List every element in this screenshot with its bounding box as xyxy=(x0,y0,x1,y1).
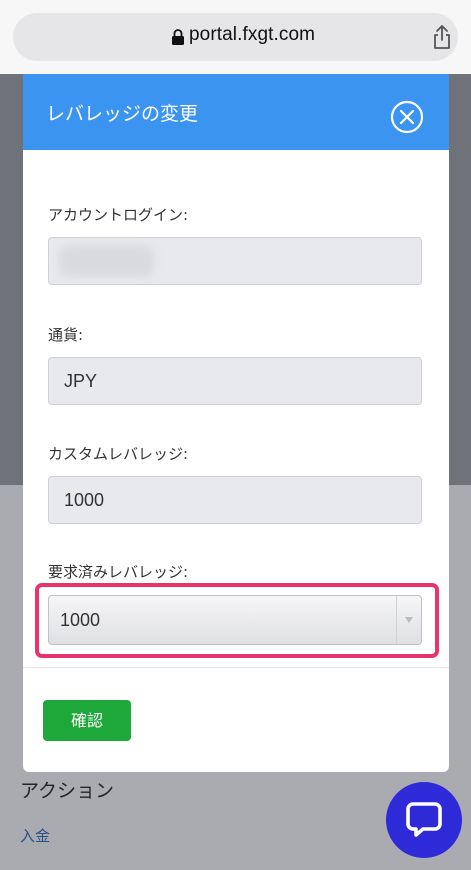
lock-icon xyxy=(172,29,184,45)
confirm-button[interactable]: 確認 xyxy=(43,700,131,741)
account-login-label: アカウントログイン: xyxy=(48,206,189,224)
dropdown-toggle[interactable] xyxy=(396,596,421,644)
address-bar[interactable]: portal.fxgt.com xyxy=(13,13,458,61)
close-icon[interactable] xyxy=(390,100,424,134)
modal-title: レバレッジの変更 xyxy=(46,103,199,125)
chat-bubble-icon xyxy=(406,802,442,837)
leverage-change-modal: レバレッジの変更 アカウントログイン: 通貨: JPY カスタムレバレッジ: 1… xyxy=(23,74,449,772)
url-text: portal.fxgt.com xyxy=(189,24,316,45)
requested-leverage-label: 要求済みレバレッジ: xyxy=(48,563,189,581)
currency-field: JPY xyxy=(48,357,422,405)
requested-leverage-value: 1000 xyxy=(60,610,101,630)
account-login-field xyxy=(48,237,422,285)
chat-button[interactable] xyxy=(386,782,462,858)
browser-chrome: portal.fxgt.com xyxy=(0,0,471,74)
share-icon[interactable] xyxy=(431,24,453,50)
requested-leverage-select[interactable]: 1000 xyxy=(48,595,422,645)
currency-label: 通貨: xyxy=(48,326,84,344)
redacted-account-value xyxy=(59,245,154,277)
background-deposit-link: 入金 xyxy=(20,828,51,845)
custom-leverage-label: カスタムレバレッジ: xyxy=(48,445,189,463)
background-heading: アクション xyxy=(20,781,115,802)
chevron-down-icon xyxy=(405,617,413,623)
modal-header: レバレッジの変更 xyxy=(23,74,449,150)
custom-leverage-field: 1000 xyxy=(48,476,422,524)
modal-divider xyxy=(23,667,449,668)
